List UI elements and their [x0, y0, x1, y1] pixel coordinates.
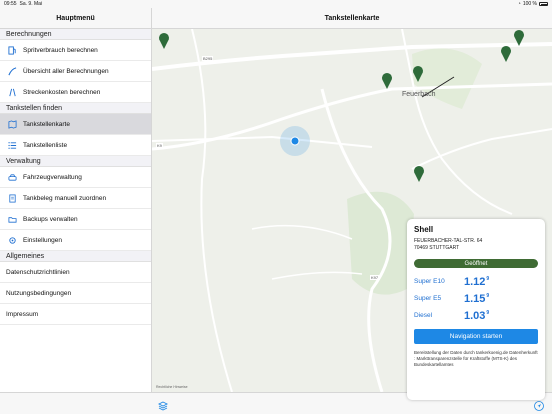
- fuel-name: Diesel: [414, 312, 433, 319]
- sidebar-item-datenschutz[interactable]: Datenschutzrichtlinien: [0, 262, 151, 283]
- sidebar-item-tankstellenliste[interactable]: Tankstellenliste: [0, 135, 151, 156]
- receipt-icon: [7, 193, 17, 203]
- sidebar-title: Hauptmenü: [0, 8, 151, 29]
- sidebar-item-uebersicht[interactable]: Übersicht aller Berechnungen: [0, 61, 151, 82]
- chart-icon: [7, 66, 17, 76]
- sidebar-item-spritverbrauch[interactable]: Spritverbrauch berechnen: [0, 40, 151, 61]
- status-bar: 09:55 Sa. 9. Mai ◔ 100 %: [0, 0, 552, 8]
- fuel-price-frac: 9: [486, 309, 490, 316]
- sidebar-item-label: Backups verwalten: [23, 215, 78, 223]
- sidebar-item-label: Tankstellenkarte: [23, 120, 70, 128]
- location-arrow-icon[interactable]: [534, 398, 544, 414]
- status-time: 09:55: [4, 1, 17, 7]
- sidebar-item-label: Tankstellenliste: [23, 141, 68, 149]
- sidebar-item-tankbeleg[interactable]: Tankbeleg manuell zuordnen: [0, 188, 151, 209]
- status-date: Sa. 9. Mai: [19, 1, 43, 7]
- car-icon: [7, 172, 17, 182]
- sidebar-item-label: Übersicht aller Berechnungen: [23, 67, 109, 75]
- price-row: Super E5 1.159: [414, 290, 538, 307]
- map-label-road1: B295: [202, 56, 214, 61]
- sidebar-item-label: Tankbeleg manuell zuordnen: [23, 194, 107, 202]
- sidebar-item-einstellungen[interactable]: Einstellungen: [0, 230, 151, 251]
- wifi-icon: ◔: [517, 1, 521, 7]
- fuel-name: Super E10: [414, 278, 445, 285]
- map-label-town: Feuerbach: [402, 91, 436, 98]
- sidebar-item-label: Streckenkosten berechnen: [23, 88, 101, 96]
- sidebar-item-label: Impressum: [6, 310, 39, 318]
- battery-text: 100 %: [522, 1, 537, 7]
- start-navigation-button[interactable]: Navigation starten: [414, 329, 538, 344]
- fuel-price: 1.039: [464, 310, 489, 322]
- section-allgemeines: Allgemeines: [0, 251, 151, 262]
- sidebar-item-impressum[interactable]: Impressum: [0, 304, 151, 325]
- gear-icon: [7, 235, 17, 245]
- fuel-price-main: 1.03: [464, 309, 486, 322]
- section-tankstellen: Tankstellen finden: [0, 103, 151, 114]
- sidebar-item-backups[interactable]: Backups verwalten: [0, 209, 151, 230]
- map-label-road3: K97: [370, 275, 380, 280]
- fuel-name: Super E5: [414, 295, 442, 302]
- fuel-price-main: 1.12: [464, 275, 486, 288]
- fuel-price-main: 1.15: [464, 292, 486, 305]
- station-name: Shell: [414, 225, 434, 234]
- sidebar-item-label: Nutzungsbedingungen: [6, 289, 72, 297]
- sidebar-item-label: Fahrzeugverwaltung: [23, 173, 82, 181]
- data-credit: Bereitstellung der Daten durch tankerkoe…: [414, 350, 538, 367]
- sidebar-bottom-bar: [0, 392, 152, 414]
- sidebar-item-streckenkosten[interactable]: Streckenkosten berechnen: [0, 82, 151, 103]
- road-icon: [7, 87, 17, 97]
- map-label-road2: K9: [156, 143, 163, 148]
- fuel-price: 1.129: [464, 276, 489, 288]
- map-icon: [7, 119, 17, 129]
- list-icon: [7, 140, 17, 150]
- sidebar: Hauptmenü Berechnungen Spritverbrauch be…: [0, 8, 152, 414]
- layers-icon[interactable]: [157, 398, 169, 414]
- battery-icon: [539, 2, 548, 6]
- price-row: Diesel 1.039: [414, 307, 538, 324]
- map-legal-link[interactable]: Rechtliche Hinweise: [156, 385, 188, 389]
- sidebar-item-tankstellenkarte[interactable]: Tankstellenkarte: [0, 114, 151, 135]
- fuel-price-frac: 9: [486, 292, 490, 299]
- status-badge: Geöffnet: [414, 259, 538, 268]
- price-row: Super E10 1.129: [414, 273, 538, 290]
- fuel-price: 1.159: [464, 293, 489, 305]
- station-address-line1: FEUERBACHER-TAL-STR. 64: [414, 238, 483, 244]
- sidebar-item-label: Spritverbrauch berechnen: [23, 46, 98, 54]
- map-title: Tankstellenkarte: [152, 8, 552, 29]
- sidebar-item-nutzungsbedingungen[interactable]: Nutzungsbedingungen: [0, 283, 151, 304]
- folder-icon: [7, 214, 17, 224]
- sidebar-item-label: Datenschutzrichtlinien: [6, 268, 70, 276]
- sidebar-item-fahrzeugverwaltung[interactable]: Fahrzeugverwaltung: [0, 167, 151, 188]
- sidebar-item-label: Einstellungen: [23, 236, 63, 244]
- station-card: Shell FEUERBACHER-TAL-STR. 64 70469 STUT…: [407, 219, 545, 400]
- pump-icon: [7, 45, 17, 55]
- section-berechnungen: Berechnungen: [0, 29, 151, 40]
- section-verwaltung: Verwaltung: [0, 156, 151, 167]
- station-address-line2: 70469 STUTTGART: [414, 245, 460, 251]
- fuel-price-frac: 9: [486, 275, 490, 282]
